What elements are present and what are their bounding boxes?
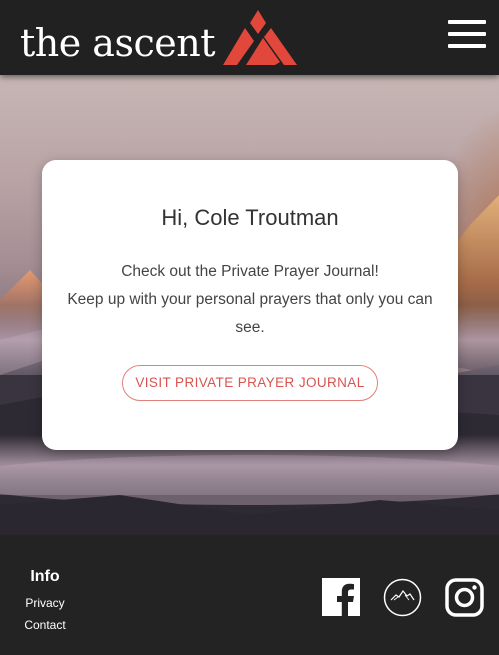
- card-message: Check out the Private Prayer Journal! Ke…: [56, 258, 444, 342]
- site-header: the ascent: [0, 0, 499, 75]
- logo-text: the ascent: [20, 21, 215, 65]
- site-footer: Info Privacy Contact: [0, 535, 499, 655]
- visit-prayer-journal-button[interactable]: VISIT PRIVATE PRAYER JOURNAL: [122, 365, 378, 401]
- message-line-1: Check out the Private Prayer Journal!: [121, 263, 379, 280]
- site-logo[interactable]: the ascent: [20, 8, 297, 66]
- ascent-mountain-logo-icon: [222, 10, 297, 65]
- hamburger-menu-icon[interactable]: [448, 20, 486, 50]
- ascent-circle-icon[interactable]: [383, 578, 422, 617]
- footer-link-privacy[interactable]: Privacy: [14, 596, 76, 610]
- footer-link-contact[interactable]: Contact: [14, 618, 76, 632]
- footer-info-section: Info Privacy Contact: [14, 568, 76, 632]
- greeting-heading: Hi, Cole Troutman: [161, 205, 339, 230]
- instagram-icon[interactable]: [445, 578, 484, 617]
- footer-info-title: Info: [30, 568, 60, 585]
- message-line-2: Keep up with your personal prayers that …: [67, 291, 433, 336]
- prayer-journal-card: Hi, Cole Troutman Check out the Private …: [42, 160, 458, 450]
- facebook-icon[interactable]: [322, 578, 360, 616]
